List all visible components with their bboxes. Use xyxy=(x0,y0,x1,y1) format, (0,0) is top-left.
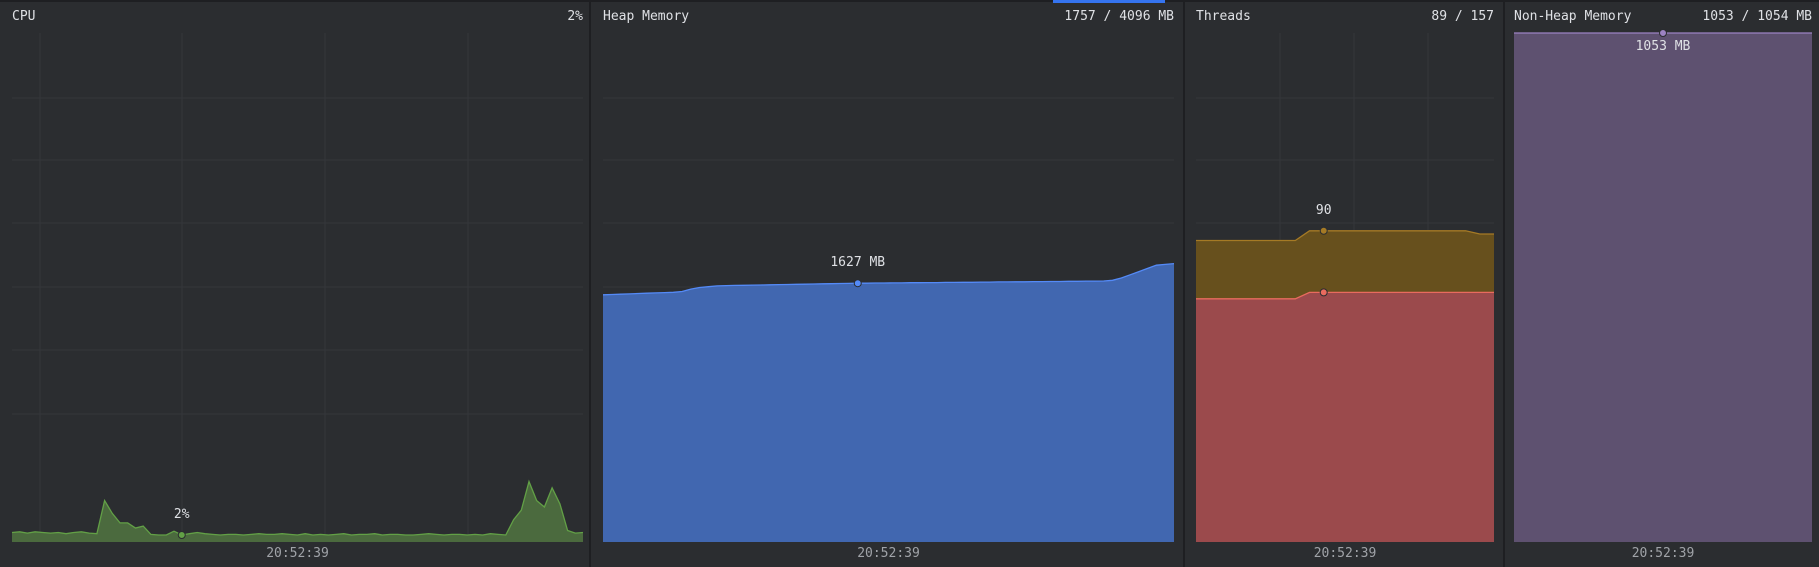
nonheap-marker xyxy=(1659,29,1667,37)
nonheap-area-fill xyxy=(1514,33,1812,542)
nonheap-marker-label: 1053 MB xyxy=(1636,39,1691,54)
nonheap-chart: 1053 MB xyxy=(1514,29,1812,542)
